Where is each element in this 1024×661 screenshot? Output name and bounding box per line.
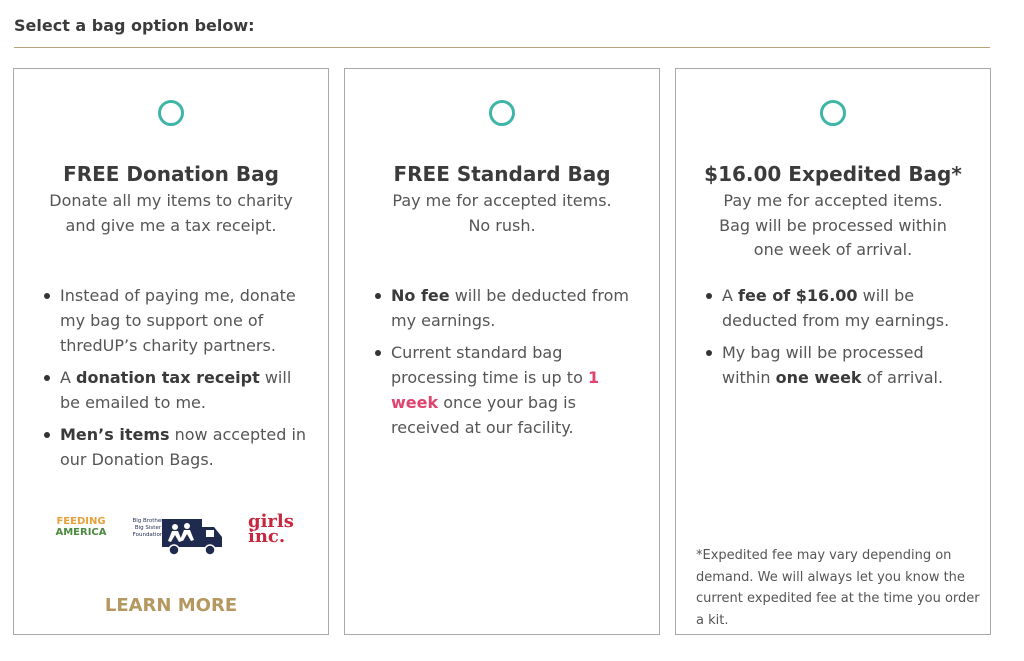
list-item: Men’s items now accepted in our Donation…	[42, 422, 312, 472]
learn-more-link[interactable]: LEARN MORE	[14, 595, 328, 616]
donation-bag-radio[interactable]	[158, 100, 184, 126]
heading-divider	[14, 47, 990, 48]
subtitle-line: No rush.	[468, 215, 536, 235]
standard-bag-radio[interactable]	[489, 100, 515, 126]
bullet-list: Instead of paying me, donate my bag to s…	[42, 283, 312, 479]
subtitle-line: Pay me for accepted items.	[392, 191, 612, 210]
page-title: Select a bag option below:	[14, 16, 255, 35]
donation-bag-card[interactable]: FREE Donation Bag Donate all my items to…	[13, 68, 329, 635]
list-item: My bag will be processed within one week…	[704, 340, 974, 390]
feeding-america-logo: FEEDING AMERICA	[55, 516, 107, 538]
list-item: Instead of paying me, donate my bag to s…	[42, 283, 312, 358]
subtitle-line: one week of arrival.	[753, 240, 913, 259]
standard-bag-card[interactable]: FREE Standard Bag Pay me for accepted it…	[344, 68, 660, 635]
list-item: A donation tax receipt will be emailed t…	[42, 365, 312, 415]
expedited-fee-footnote: *Expedited fee may vary depending on dem…	[696, 548, 980, 628]
bullet-list: No fee will be deducted from my earnings…	[373, 283, 643, 447]
card-subtitle: Pay me for accepted items. Bag will be p…	[686, 189, 980, 263]
truck-icon	[162, 519, 222, 556]
subtitle-line: Bag will be processed within	[719, 215, 947, 235]
card-title: $16.00 Expedited Bag*	[704, 162, 962, 186]
expedited-bag-card[interactable]: $16.00 Expedited Bag* Pay me for accepte…	[675, 68, 991, 635]
subtitle-line: Pay me for accepted items.	[723, 191, 943, 210]
girls-inc-logo: girls inc.	[248, 511, 294, 547]
list-item: No fee will be deducted from my earnings…	[373, 283, 643, 333]
big-brother-big-sister-logo: Big Brother Big Sister Foundation	[126, 515, 226, 559]
subtitle-line: Donate all my items to charity	[49, 191, 293, 210]
list-item: A fee of $16.00 will be deducted from my…	[704, 283, 974, 333]
card-title: FREE Standard Bag	[393, 162, 611, 186]
list-item: Current standard bag processing time is …	[373, 340, 643, 440]
card-subtitle: Donate all my items to charity and give …	[24, 189, 318, 238]
card-title: FREE Donation Bag	[63, 162, 279, 186]
expedited-bag-radio[interactable]	[820, 100, 846, 126]
bullet-list: A fee of $16.00 will be deducted from my…	[704, 283, 974, 397]
card-subtitle: Pay me for accepted items. No rush.	[355, 189, 649, 238]
subtitle-line: and give me a tax receipt.	[65, 215, 277, 235]
